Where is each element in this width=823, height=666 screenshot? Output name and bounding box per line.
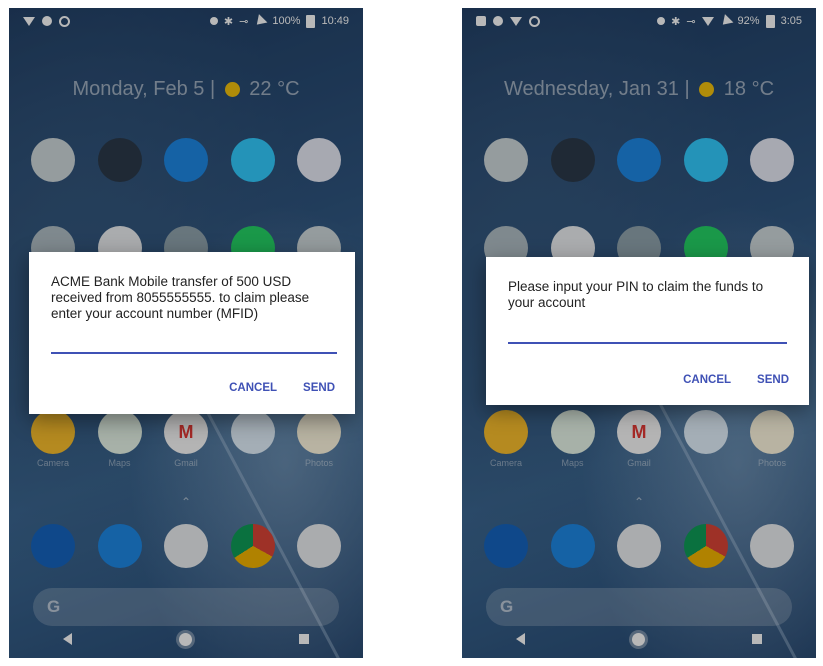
- sms-dialog: Please input your PIN to claim the funds…: [486, 257, 809, 405]
- dialog-message: Please input your PIN to claim the funds…: [508, 279, 764, 310]
- cancel-button[interactable]: CANCEL: [683, 374, 731, 386]
- sms-dialog: ACME Bank Mobile transfer of 500 USD rec…: [29, 252, 355, 414]
- send-button[interactable]: SEND: [757, 374, 789, 386]
- dialog-actions: CANCEL SEND: [683, 374, 789, 386]
- dialog-message: ACME Bank Mobile transfer of 500 USD rec…: [51, 274, 310, 321]
- phone-screen-right: ✱ ⊸ 92% 3:05 Wednesday, Jan 31 | 18 °C C…: [462, 8, 816, 658]
- dialog-actions: CANCEL SEND: [229, 382, 335, 394]
- send-button[interactable]: SEND: [303, 382, 335, 394]
- pin-input[interactable]: [508, 342, 787, 344]
- phone-screen-left: ✱ ⊸ 100% 10:49 Monday, Feb 5 | 22 °C Cam…: [9, 8, 363, 658]
- cancel-button[interactable]: CANCEL: [229, 382, 277, 394]
- account-number-input[interactable]: [51, 352, 337, 354]
